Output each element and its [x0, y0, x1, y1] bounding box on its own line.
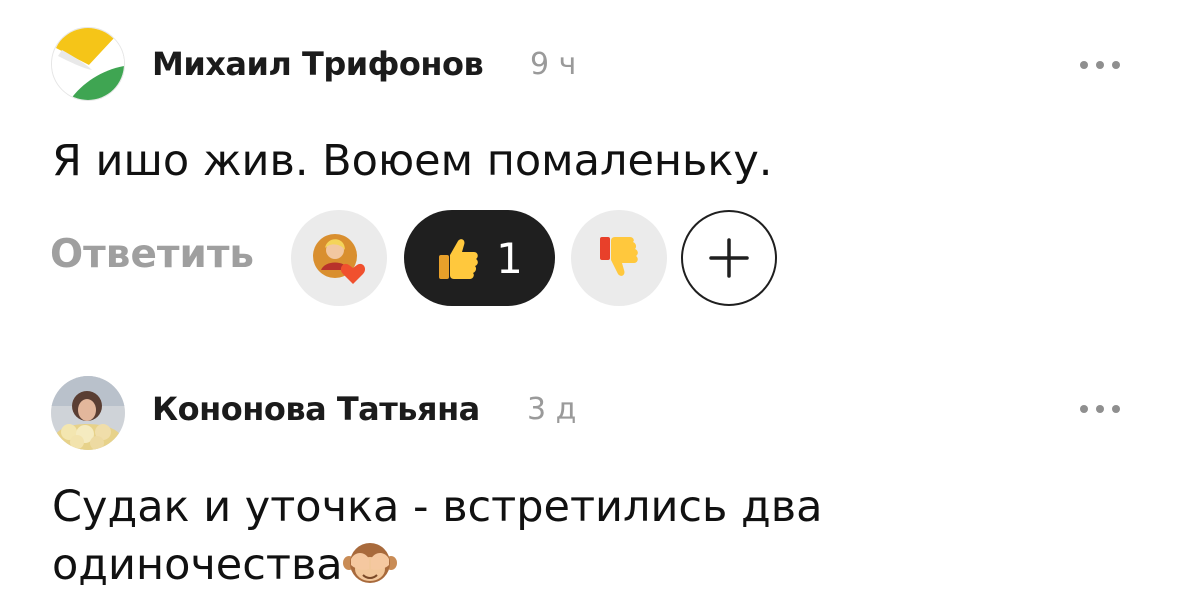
add-reaction-button[interactable] [681, 210, 777, 306]
author-name[interactable]: Михаил Трифонов [152, 45, 484, 83]
avatar-logo-icon [52, 28, 124, 100]
more-options-icon[interactable] [1080, 58, 1122, 72]
comment-text: Судак и уточка - встретились два одиноче… [52, 478, 822, 594]
plus-icon [709, 238, 749, 278]
thumbs-up-icon [439, 239, 478, 279]
thumbs-down-icon [600, 237, 638, 276]
comment: Кононова Татьяна 3 д Судак и уточка - вс… [0, 340, 1200, 608]
comment-text-line: одиночества [52, 536, 822, 594]
author-avatar[interactable] [51, 376, 125, 450]
comment-text-line-2: одиночества [52, 540, 343, 590]
author-name[interactable]: Кононова Татьяна [152, 390, 480, 428]
author-avatar[interactable] [51, 27, 125, 101]
comment-time: 9 ч [530, 47, 577, 82]
comment-time: 3 д [527, 392, 577, 427]
user-photo-heart-icon [313, 234, 366, 284]
like-reaction-button[interactable]: 1 [404, 210, 555, 306]
more-options-icon[interactable] [1080, 402, 1122, 416]
user-photo-icon [51, 376, 125, 450]
comment-text-line: Судак и уточка - встретились два [52, 482, 823, 532]
like-count: 1 [496, 233, 523, 283]
dislike-reaction-button[interactable] [571, 210, 667, 306]
comment-text: Я ишо жив. Воюем помаленьку. [52, 136, 773, 186]
reply-button[interactable]: Ответить [50, 232, 254, 277]
reaction-user-heart-button[interactable] [291, 210, 387, 306]
see-no-evil-monkey-icon [342, 543, 397, 583]
comment: Михаил Трифонов 9 ч Я ишо жив. Воюем пом… [0, 0, 1200, 340]
